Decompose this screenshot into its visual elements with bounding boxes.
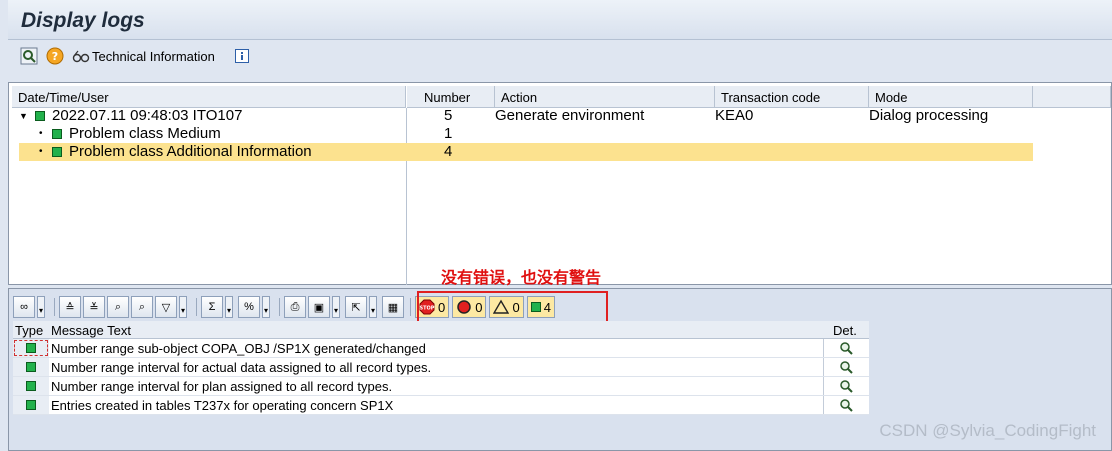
detail-icon[interactable] [823,377,867,395]
toolbar-separator [54,298,55,316]
success-status-icon [52,129,62,139]
message-row[interactable]: Number range interval for actual data as… [13,358,869,377]
message-type-cell[interactable] [13,339,49,357]
message-type-cell[interactable] [13,396,49,414]
annotation-text: 没有错误，也没有警告 [441,268,602,287]
tree-row-action: Generate environment [495,107,645,124]
success-status-icon [35,111,45,121]
message-text: Number range interval for actual data as… [51,360,432,375]
message-table: Type Message Text Det. Number range sub-… [13,321,869,415]
technical-information-label: Technical Information [92,48,215,64]
dropdown-arrow-icon[interactable]: ▾ [332,296,340,318]
tree-row-label: 2022.07.11 09:48:03 ITO107 [52,107,243,124]
column-header-transaction-code[interactable]: Transaction code [715,86,869,108]
tree-row-label: Problem class Medium [69,125,221,142]
info-icon[interactable] [234,45,249,67]
tree-row-label: Problem class Additional Information [69,143,312,160]
toolbar-separator [279,298,280,316]
detail-icon[interactable] [823,339,867,357]
svg-text:?: ? [52,50,58,63]
toolbar-separator [410,298,411,316]
tree-row-root[interactable]: ▼ 2022.07.11 09:48:03 ITO107 5 Generate … [19,107,1033,125]
layout-icon[interactable]: ▦ [382,296,404,318]
technical-information-button[interactable]: Technical Information [72,45,215,67]
expand-arrow-icon[interactable]: ▼ [19,107,28,125]
subtotal-icon[interactable]: % [238,296,260,318]
tree-row-child-selected[interactable]: • Problem class Additional Information 4 [19,143,1033,161]
glasses-icon [72,49,90,63]
detail-icon[interactable] [20,45,38,67]
find-icon[interactable]: ⌕ [107,296,129,318]
column-header-detail[interactable]: Det. [833,323,857,338]
success-status-icon [26,362,36,372]
alv-toolbar: ∞ ▾ ≙ ≚ ⌕ ⌕ ▽ ▾ Σ ▾ % ▾ ⎙ ▣ ▾ ⇱ ▾ ▦ STOP 0 0 0… [13,291,608,334]
glasses-icon[interactable]: ∞ [13,296,35,318]
success-status-icon [26,400,36,410]
dropdown-arrow-icon[interactable]: ▾ [262,296,270,318]
column-header-date-time-user[interactable]: Date/Time/User [12,86,406,108]
column-header-action[interactable]: Action [495,86,715,108]
message-row[interactable]: Number range interval for plan assigned … [13,377,869,396]
find-next-icon[interactable]: ⌕ [131,296,153,318]
tree-row-number: 1 [444,125,453,142]
dropdown-arrow-icon[interactable]: ▾ [225,296,233,318]
views-icon[interactable]: ▣ [308,296,330,318]
column-header-number[interactable]: Number [407,86,495,108]
success-status-icon [52,147,62,157]
sort-ascending-icon[interactable]: ≙ [59,296,81,318]
message-row[interactable]: Number range sub-object COPA_OBJ /SP1X g… [13,339,869,358]
filter-icon[interactable]: ▽ [155,296,177,318]
message-text: Entries created in tables T237x for oper… [51,398,394,413]
log-tree-panel: Date/Time/User Number Action Transaction… [8,82,1112,285]
column-header-message-text[interactable]: Message Text [51,323,131,338]
message-table-header: Type Message Text Det. [13,321,869,339]
toolbar-separator [196,298,197,316]
success-status-icon [26,381,36,391]
tree-row-number: 4 [444,143,453,160]
column-header-type[interactable]: Type [15,323,43,338]
message-row[interactable]: Entries created in tables T237x for oper… [13,396,869,415]
dropdown-arrow-icon[interactable]: ▾ [369,296,377,318]
tree-row-number: 5 [444,107,453,124]
tree-node-dot: • [39,146,43,157]
sum-icon[interactable]: Σ [201,296,223,318]
page-title: Display logs [21,9,145,32]
export-icon[interactable]: ⇱ [345,296,367,318]
message-text: Number range sub-object COPA_OBJ /SP1X g… [51,341,426,356]
sort-descending-icon[interactable]: ≚ [83,296,105,318]
tree-row-transaction-code: KEA0 [715,107,754,124]
column-header-blank [1033,86,1111,108]
tree-row-child[interactable]: • Problem class Medium 1 [19,125,1033,143]
title-bar: Display logs [8,0,1112,40]
watermark: CSDN @Sylvia_CodingFight [879,421,1096,440]
success-status-icon [26,343,36,353]
application-toolbar: ? Technical Information [8,40,1112,72]
detail-icon[interactable] [823,358,867,376]
detail-icon[interactable] [823,396,867,414]
message-type-cell[interactable] [13,358,49,376]
dropdown-arrow-icon[interactable]: ▾ [37,296,45,318]
message-type-cell[interactable] [13,377,49,395]
dropdown-arrow-icon[interactable]: ▾ [179,296,187,318]
help-icon[interactable]: ? [46,45,64,67]
tree-row-mode: Dialog processing [869,107,989,124]
message-text: Number range interval for plan assigned … [51,379,393,394]
tree-node-dot: • [39,128,43,139]
column-header-mode[interactable]: Mode [869,86,1033,108]
print-icon[interactable]: ⎙ [284,296,306,318]
